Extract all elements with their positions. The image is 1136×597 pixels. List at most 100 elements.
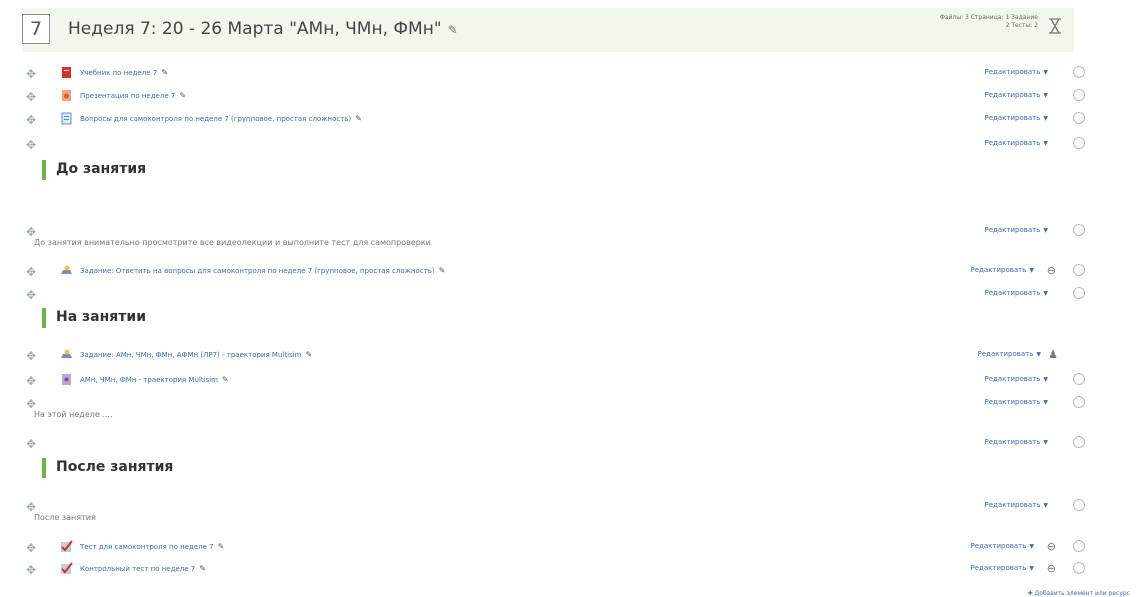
edit-menu-button[interactable]: Редактировать ▼ [978,350,1041,358]
edit-menu-button[interactable]: Редактировать ▼ [985,114,1048,122]
summary-line-2: 2 Тесты: 2 [1005,22,1038,29]
move-icon[interactable]: ✥ [26,68,36,80]
move-icon[interactable]: ✥ [26,501,36,513]
section-accent-bar [42,458,46,478]
activity-link[interactable]: Тест для самоконтроля по неделе 7 ✎ [80,542,224,551]
move-icon[interactable]: ✥ [26,289,36,301]
assignment-icon [61,349,72,358]
activity-link[interactable]: Контрольный тест по неделе 7 ✎ [80,564,206,573]
move-icon[interactable]: ✥ [26,375,36,387]
label-row: ✥ Редактировать ▼ [0,137,1136,157]
group-mode-icon[interactable]: ⊖ [1047,264,1056,277]
activity-summary: Файлы: 3 Страница: 1 Задание 2 Тесты: 2 [940,14,1038,30]
move-icon[interactable]: ✥ [26,350,36,362]
pencil-icon[interactable]: ✎ [305,350,312,359]
edit-menu-button[interactable]: Редактировать ▼ [985,226,1048,234]
caret-down-icon: ▼ [1036,351,1041,358]
week-header: 7 Неделя 7: 20 - 26 Марта "АМн, ЧМн, ФМн… [22,8,1074,52]
activity-row: ✥ Вопросы для самоконтроля по неделе 7 (… [0,112,1136,132]
activity-row: ✥ Тест для самоконтроля по неделе 7 ✎ Ред… [0,540,1136,560]
completion-checkbox[interactable] [1073,287,1085,299]
document-icon [61,112,72,125]
section-title: После занятия [56,459,174,475]
caret-down-icon: ▼ [1043,69,1048,76]
completion-checkbox[interactable] [1073,137,1085,149]
section-accent-bar [42,308,46,328]
move-icon[interactable]: ✥ [26,438,36,450]
completion-checkbox[interactable] [1073,66,1085,78]
add-activity-link[interactable]: ✚ Добавить элемент или ресурс [1028,590,1130,597]
presentation-icon [62,90,71,101]
edit-menu-button[interactable]: Редактировать ▼ [971,266,1034,274]
section-title: До занятия [56,161,147,177]
completion-checkbox[interactable] [1073,264,1085,276]
activity-row: ✥ Задание: АМн, ЧМн, ФМн, АФМн (ЛР7) - т… [0,348,1136,368]
add-activity-label: Добавить элемент или ресурс [1034,590,1130,597]
assignment-icon [61,265,72,274]
move-icon[interactable]: ✥ [26,266,36,278]
pencil-icon[interactable]: ✎ [222,375,229,384]
caret-down-icon: ▼ [1043,399,1048,406]
summary-line-1: Файлы: 3 Страница: 1 Задание [939,14,1038,21]
pencil-icon[interactable]: ✎ [179,91,186,100]
edit-menu-button[interactable]: Редактировать ▼ [971,564,1034,572]
label-row: ✥ Редактировать ▼ [0,499,1136,519]
caret-down-icon: ▼ [1029,565,1034,572]
caret-down-icon: ▼ [1043,115,1048,122]
caret-down-icon: ▼ [1043,290,1048,297]
caret-down-icon: ▼ [1043,376,1048,383]
edit-menu-button[interactable]: Редактировать ▼ [985,398,1048,406]
week-title-text: Неделя 7: 20 - 26 Марта "АМн, ЧМн, ФМн" [68,19,442,39]
edit-menu-button[interactable]: Редактировать ▼ [985,68,1048,76]
group-mode-icon[interactable]: ⊖ [1047,562,1056,575]
activity-link[interactable]: Вопросы для самоконтроля по неделе 7 (гр… [80,114,362,123]
edit-title-pencil-icon[interactable]: ✎ [448,23,458,37]
edit-menu-button[interactable]: Редактировать ▼ [971,542,1034,550]
completion-checkbox[interactable] [1073,540,1085,552]
activity-row: ✥ Презентация по неделе 7 ✎ Редактировать… [0,89,1136,109]
activity-link[interactable]: Задание: АМн, ЧМн, ФМн, АФМн (ЛР7) - тра… [80,350,312,359]
edit-menu-button[interactable]: Редактировать ▼ [985,438,1048,446]
move-icon[interactable]: ✥ [26,226,36,238]
activity-link[interactable]: Презентация по неделе 7 ✎ [80,91,186,100]
activity-link[interactable]: АМн, ЧМн, ФМн - траектория Multisim ✎ [80,375,229,384]
move-icon[interactable]: ✥ [26,564,36,576]
completion-checkbox[interactable] [1073,562,1085,574]
activity-link[interactable]: Учебник по неделе 7 ✎ [80,68,168,77]
edit-menu-button[interactable]: Редактировать ▼ [985,91,1048,99]
move-icon[interactable]: ✥ [26,139,36,151]
week-number-badge: 7 [22,14,50,44]
caret-down-icon: ▼ [1043,92,1048,99]
edit-menu-button[interactable]: Редактировать ▼ [985,375,1048,383]
completion-checkbox[interactable] [1073,373,1085,385]
caret-down-icon: ▼ [1043,502,1048,509]
move-icon[interactable]: ✥ [26,114,36,126]
pencil-icon[interactable]: ✎ [199,564,206,573]
completion-checkbox[interactable] [1073,436,1085,448]
pencil-icon[interactable]: ✎ [355,114,362,123]
move-icon[interactable]: ✥ [26,398,36,410]
group-mode-icon[interactable]: ⊖ [1047,540,1056,553]
pencil-icon[interactable]: ✎ [439,266,446,275]
pencil-icon[interactable]: ✎ [218,542,225,551]
completion-checkbox[interactable] [1073,499,1085,511]
completion-checkbox[interactable] [1073,89,1085,101]
pdf-icon [62,67,71,78]
completion-checkbox[interactable] [1073,224,1085,236]
edit-menu-button[interactable]: Редактировать ▼ [985,501,1048,509]
week-title: Неделя 7: 20 - 26 Марта "АМн, ЧМн, ФМн" ✎ [68,19,458,39]
edit-menu-button[interactable]: Редактировать ▼ [985,289,1048,297]
label-row: ✥ Редактировать ▼ [0,436,1136,456]
caret-down-icon: ▼ [1029,267,1034,274]
completion-checkbox[interactable] [1073,396,1085,408]
move-icon[interactable]: ✥ [26,91,36,103]
move-icon[interactable]: ✥ [26,542,36,554]
activity-row: ✥ Контрольный тест по неделе 7 ✎ Редактир… [0,562,1136,582]
edit-menu-button[interactable]: Редактировать ▼ [985,139,1048,147]
completion-checkbox[interactable] [1073,112,1085,124]
pencil-icon[interactable]: ✎ [161,68,168,77]
user-icon[interactable]: ♟ [1048,348,1058,361]
activity-link[interactable]: Задание: Ответить на вопросы для самокон… [80,266,445,275]
plus-icon: ✚ [1027,590,1035,597]
label-row: ✥ Редактировать ▼ [0,287,1136,307]
